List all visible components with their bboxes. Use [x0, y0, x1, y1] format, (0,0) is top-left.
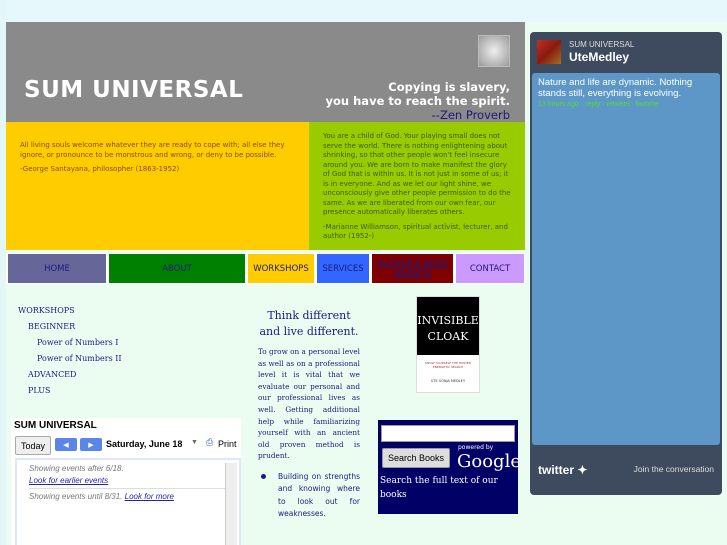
- scrollbar[interactable]: [225, 463, 237, 545]
- reply-link[interactable]: reply: [585, 101, 600, 108]
- sidebar-menu: WORKSHOPS BEGINNER Power of Numbers I Po…: [18, 306, 122, 402]
- favorite-link[interactable]: favorite: [636, 101, 659, 108]
- search-description: Search the full text of our books: [380, 476, 498, 500]
- sidebar-item-plus[interactable]: PLUS: [18, 386, 122, 402]
- book-subtitle: KNOW YOURSELF THE HIDDEN ENERGETIC SEARC…: [425, 361, 471, 369]
- calendar-date[interactable]: Saturday, June 18: [106, 439, 182, 449]
- site-title: SUM UNIVERSAL: [24, 77, 244, 103]
- book-author: UTE SONJA MEDLEY: [430, 379, 466, 383]
- nav-home[interactable]: HOME: [8, 254, 106, 283]
- book-search-input[interactable]: [381, 425, 515, 442]
- google-logo: Google: [457, 451, 521, 472]
- join-conversation-link[interactable]: Join the conversation: [634, 464, 714, 474]
- printer-icon[interactable]: ⎙: [206, 437, 213, 448]
- top-banner: [0, 0, 727, 22]
- quote-author: -George Santayana, philosopher (1863-195…: [20, 165, 180, 173]
- google-book-search: Search Books powered by Google Search th…: [378, 420, 521, 514]
- next-arrow-icon[interactable]: ▶: [80, 438, 102, 451]
- agenda-list: Showing events after 6/18. Look for earl…: [17, 460, 239, 545]
- sidebar-item-power-1[interactable]: Power of Numbers I: [18, 338, 122, 354]
- twitter-widget: SUM UNIVERSAL UteMedley Nature and life …: [530, 32, 722, 495]
- tweet-time[interactable]: 13 hours ago: [538, 101, 579, 108]
- quote-text: All living souls welcome whatever they a…: [20, 141, 285, 159]
- sidebar-item-beginner[interactable]: BEGINNER: [18, 322, 122, 338]
- nav-workshops[interactable]: WORKSHOPS: [248, 254, 314, 283]
- motto-line: you have to reach the spirit.: [325, 94, 510, 108]
- main-heading: Think different and live different.: [259, 309, 359, 338]
- avatar[interactable]: [537, 40, 561, 64]
- nav-authors-book-website[interactable]: AUTHOR'S BOOK WEBSITE: [372, 254, 453, 283]
- book-cover[interactable]: INVISIBLE CLOAK KNOW YOURSELF THE HIDDEN …: [416, 296, 480, 393]
- sidebar-item-workshops[interactable]: WORKSHOPS: [18, 306, 122, 322]
- today-button[interactable]: Today: [15, 436, 51, 455]
- quote-williamson: You are a child of God. Your playing sma…: [309, 122, 525, 250]
- quote-text: You are a child of God. Your playing sma…: [323, 132, 511, 216]
- nav-contact[interactable]: CONTACT: [456, 254, 524, 283]
- tweet-feed: Nature and life are dynamic. Nothing sta…: [532, 73, 720, 445]
- twitter-username[interactable]: UteMedley: [569, 50, 629, 64]
- twitter-logo[interactable]: twitter ✦: [538, 463, 587, 477]
- quote-santayana: All living souls welcome whatever they a…: [6, 122, 309, 250]
- calendar-widget: SUM UNIVERSAL Today ◀ ▶ Saturday, June 1…: [11, 418, 241, 545]
- earlier-events-link[interactable]: Look for earlier events: [29, 476, 108, 485]
- sidebar-item-power-2[interactable]: Power of Numbers II: [18, 354, 122, 370]
- calendar-title: SUM UNIVERSAL: [14, 420, 97, 431]
- nav-about[interactable]: ABOUT: [109, 254, 245, 283]
- motto-line: Copying is slavery,: [388, 80, 510, 94]
- sidebar-item-advanced[interactable]: ADVANCED: [18, 370, 122, 386]
- motto-source: --Zen Proverb: [431, 108, 510, 122]
- print-button[interactable]: Print: [218, 439, 237, 449]
- search-books-button[interactable]: Search Books: [382, 448, 450, 468]
- events-until-text: Showing events until 8/31.: [29, 492, 123, 501]
- prev-arrow-icon[interactable]: ◀: [55, 438, 77, 451]
- bullet-item: Building on strengths and knowing where …: [258, 471, 360, 521]
- tweet-text: Nature and life are dynamic. Nothing sta…: [538, 77, 693, 99]
- book-title: INVISIBLE: [417, 314, 479, 327]
- nav-services[interactable]: SERVICES: [317, 254, 369, 283]
- events-after-text: Showing events after 6/18.: [29, 464, 124, 473]
- twitter-brand: twitter: [538, 463, 574, 477]
- powered-by: powered by: [458, 444, 494, 451]
- bird-icon: ✦: [577, 463, 588, 477]
- main-content: Think different and live different. To g…: [258, 308, 360, 521]
- quote-author: -Marianne Williamson, spiritual activist…: [323, 222, 508, 241]
- motto: Copying is slavery, you have to reach th…: [326, 80, 510, 122]
- main-body: To grow on a personal level as well as o…: [258, 347, 360, 461]
- book-title: CLOAK: [427, 330, 469, 343]
- retweet-link[interactable]: retweet: [607, 101, 630, 108]
- logo-image: [478, 35, 510, 67]
- main-nav: HOME ABOUT WORKSHOPS SERVICES AUTHOR'S B…: [6, 253, 525, 284]
- chevron-down-icon[interactable]: ▼: [191, 439, 198, 446]
- twitter-account-name: SUM UNIVERSAL: [569, 40, 635, 49]
- more-events-link[interactable]: Look for more: [125, 492, 174, 501]
- site-header: SUM UNIVERSAL Copying is slavery, you ha…: [6, 22, 525, 122]
